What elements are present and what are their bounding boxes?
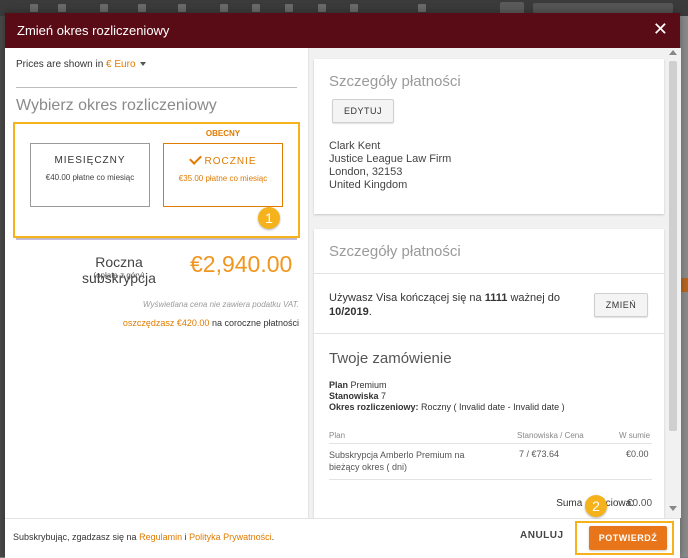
subtotal-value: €0.00 [627, 498, 653, 509]
card-expiry: 10/2019 [329, 306, 369, 318]
address-line: London, 32153 [329, 166, 403, 178]
period-label: Okres rozliczeniowy: [329, 402, 419, 412]
toolbar-icon [58, 4, 66, 12]
plan-name: ROCZNIE [204, 156, 257, 167]
scrollbar-thumb[interactable] [669, 61, 677, 431]
billing-details-title: Szczegóły płatności [329, 73, 461, 90]
table-cell-total: €0.00 [626, 449, 649, 459]
modal-header: Zmień okres rozliczeniowy ✕ [5, 13, 680, 48]
savings-suffix: na coroczne płatności [211, 318, 299, 328]
scroll-down-arrow-icon[interactable] [669, 506, 677, 511]
savings-note: oszczędzasz €420.00 na coroczne płatnośc… [123, 318, 299, 328]
edit-button[interactable]: EDYTUJ [332, 99, 394, 123]
terms-suffix: . [271, 532, 275, 542]
table-divider [329, 479, 652, 480]
plan-name: MIESIĘCZNY [54, 155, 126, 166]
choose-period-title: Wybierz okres rozliczeniowy [16, 97, 217, 114]
terms-text: Subskrybując, zgadzasz się na Regulamin … [13, 532, 274, 542]
terms-and: i [184, 532, 187, 542]
close-icon[interactable]: ✕ [653, 19, 668, 39]
currency-value: € Euro [106, 59, 136, 70]
search-box-background [533, 3, 673, 13]
annual-price: €2,940.00 [190, 251, 293, 277]
table-divider [329, 443, 652, 444]
toolbar-icon [100, 4, 108, 12]
privacy-link[interactable]: Polityka Prywatności [189, 532, 272, 542]
annotation-marker-1: 1 [258, 207, 280, 229]
order-title: Twoje zamówienie [329, 350, 452, 367]
plan-label: Plan [329, 380, 349, 390]
toolbar-icon [418, 4, 426, 12]
change-payment-button[interactable]: ZMIEŃ [594, 293, 648, 317]
billing-address: Clark Kent Justice League Law Firm Londo… [329, 140, 451, 192]
vat-note: Wyświetlana cena nie zawiera podatku VAT… [142, 300, 299, 309]
plan-name-row: ROCZNIE [164, 152, 282, 167]
column-header-total: W sumie [619, 431, 651, 440]
divider [314, 273, 664, 274]
modal-title: Zmień okres rozliczeniowy [17, 23, 170, 38]
divider [16, 87, 297, 88]
toolbar-icon [350, 4, 358, 12]
plan-price: €40.00 płatne co miesiąc [45, 173, 135, 182]
address-line: Clark Kent [329, 140, 381, 152]
terms-prefix: Subskrybując, zgadzasz się na [13, 532, 137, 542]
plan-price: €35.00 płatne co miesiąc [178, 174, 268, 183]
divider [314, 333, 664, 334]
address-line: Justice League Law Firm [329, 153, 452, 165]
column-header-plan: Plan [329, 431, 346, 440]
divider-accent [16, 239, 297, 240]
scroll-up-arrow-icon[interactable] [669, 50, 677, 55]
payment-suffix: . [368, 306, 372, 318]
payment-method-text: Używasz Visa kończącej się na 1111 ważne… [329, 291, 579, 319]
toolbar-icon [318, 4, 326, 12]
table-cell-plan: Subskrypcja Amberlo Premium na bieżący o… [329, 450, 465, 472]
terms-link[interactable]: Regulamin [139, 532, 182, 542]
billing-details-card: Szczegóły płatności EDYTUJ Clark Kent Ju… [314, 59, 664, 214]
toolbar-icon [30, 4, 38, 12]
current-badge: OBECNY [205, 129, 241, 138]
cancel-button[interactable]: ANULUJ [520, 530, 564, 541]
payment-details-title: Szczegóły płatności [329, 243, 461, 260]
card-last-digits: 1111 [484, 292, 508, 304]
address-line: United Kingdom [329, 179, 408, 191]
order-meta: Plan Premium Stanowiska 7 Okres rozlicze… [329, 380, 565, 413]
check-icon [188, 152, 202, 165]
payment-prefix: Używasz Visa kończącej się na [329, 292, 482, 304]
confirm-button[interactable]: POTWIERDŹ [589, 526, 667, 550]
currency-dropdown[interactable]: € Euro [106, 59, 146, 70]
plan-value: Premium [350, 380, 387, 390]
payment-details-card: Szczegóły płatności Używasz Visa kończąc… [314, 229, 664, 529]
toolbar-icon [252, 4, 260, 12]
toolbar-icon [138, 4, 146, 12]
annual-subscription-note: (opłata z góry) [93, 271, 145, 280]
document-icon [285, 4, 293, 12]
subtotal-label: Suma częściowa: [556, 498, 634, 509]
caret-down-icon [139, 62, 146, 67]
billing-period-panel: Prices are shown in € Euro Wybierz okres… [5, 48, 308, 518]
change-billing-period-modal: Zmień okres rozliczeniowy ✕ Prices are s… [5, 13, 681, 558]
background-right-edge [680, 16, 688, 557]
column-header-seats-price: Stanowiska / Cena [517, 431, 584, 440]
calendar-icon [178, 4, 186, 12]
savings-amount: oszczędzasz €420.00 [122, 318, 210, 328]
plan-option-monthly[interactable]: MIESIĘCZNY €40.00 płatne co miesiąc [30, 143, 150, 207]
seats-label: Stanowiska [329, 391, 379, 401]
currency-prefix: Prices are shown in [16, 59, 104, 70]
annotation-marker-2: 2 [585, 495, 607, 517]
background-accent [680, 278, 688, 292]
seats-value: 7 [381, 391, 387, 401]
currency-line: Prices are shown in € Euro [16, 59, 146, 70]
period-value: Roczny ( Invalid date - Invalid date ) [421, 402, 565, 412]
modal-footer: Subskrybując, zgadzasz się na Regulamin … [5, 518, 680, 558]
annual-subscription-label: Roczna subskrypcja [82, 254, 156, 286]
table-cell-seats-price: 7 / €73.64 [519, 449, 560, 459]
plan-option-yearly[interactable]: ROCZNIE €35.00 płatne co miesiąc [163, 143, 283, 207]
details-panel: Szczegóły płatności EDYTUJ Clark Kent Ju… [308, 48, 681, 529]
payment-mid: ważnej do [510, 292, 560, 304]
toolbar-icon [220, 4, 228, 12]
